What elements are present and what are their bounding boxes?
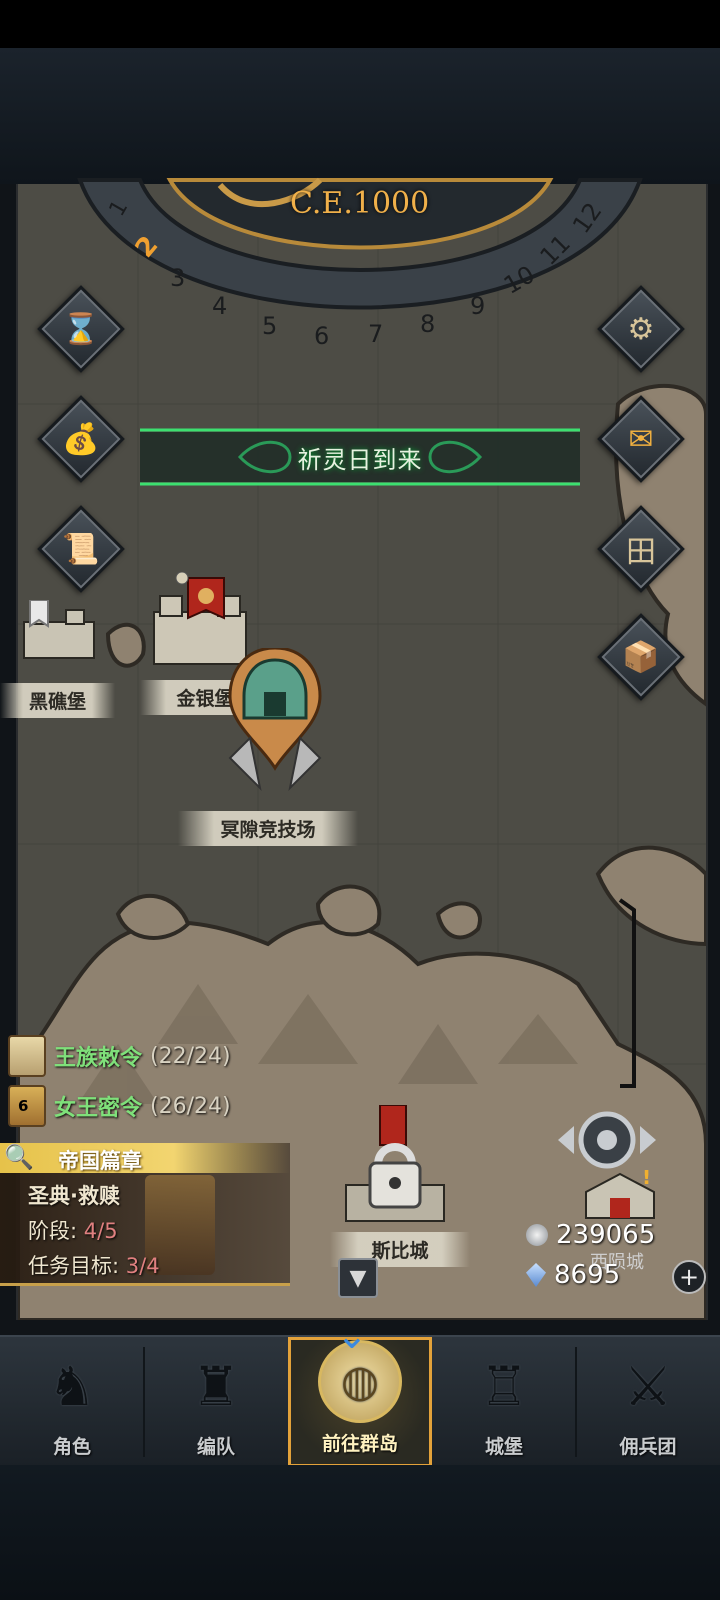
quest-queen-order[interactable]: 6 女王密令 (26/24) — [8, 1085, 231, 1127]
nav-label: 角色 — [52, 1436, 91, 1458]
quest-name: 王族敕令 — [54, 1046, 143, 1071]
chapter-stage: 阶段: 4/5 — [28, 1215, 118, 1245]
month-4[interactable]: 4 — [212, 292, 227, 320]
event-banner-text: 祈灵日到来 — [297, 445, 423, 474]
silver-resource: 239065 — [526, 1220, 655, 1250]
month-5[interactable]: 5 — [262, 312, 277, 340]
event-banner[interactable]: 祈灵日到来 — [140, 420, 580, 494]
chapter-header-text: 帝国篇章 — [58, 1149, 142, 1173]
chapter-title: 圣典·救赎 — [28, 1184, 120, 1208]
crystal-resource: 8695 — [526, 1260, 620, 1290]
quest-name: 女王密令 — [54, 1096, 143, 1121]
castle-icon: ! — [585, 1165, 655, 1219]
nav-label: 城堡 — [484, 1436, 523, 1458]
knight-icon: ♞ — [47, 1354, 97, 1418]
chapter-goal: 任务目标: 3/4 — [28, 1250, 160, 1280]
hourglass-icon: ⌛ — [62, 311, 100, 347]
nav-mercenary[interactable]: ⚔ 佣兵团 — [576, 1337, 720, 1467]
stage-value: 4/5 — [83, 1219, 118, 1243]
settings-icon: ⚙ — [627, 311, 655, 347]
era-label: C.E.1000 — [290, 186, 430, 221]
month-8[interactable]: 8 — [420, 310, 435, 338]
mail-icon: ✉ — [628, 421, 654, 457]
nav-character[interactable]: ♞ 角色 — [0, 1337, 144, 1467]
nav-label: 前往群岛 — [321, 1433, 398, 1455]
helmet-icon: ♜ — [191, 1354, 241, 1418]
scroll-icon — [8, 1035, 46, 1077]
svg-text:!: ! — [642, 1170, 651, 1189]
castle-icon: ♖ — [479, 1354, 529, 1418]
silver-amount: 239065 — [556, 1220, 656, 1250]
arena-label: 冥隙竞技场 — [178, 811, 358, 846]
month-6[interactable]: 6 — [314, 322, 329, 350]
quest-royal-order[interactable]: 王族敕令 (22/24) — [8, 1035, 231, 1077]
black-reef-castle[interactable] — [18, 599, 98, 660]
locked-city[interactable] — [340, 1104, 450, 1225]
quest-count: (26/24) — [150, 1093, 231, 1119]
status-bar — [0, 0, 720, 48]
month-9[interactable]: 9 — [470, 292, 485, 320]
chevron-down-icon: ▼ — [349, 1265, 367, 1291]
goal-value: 3/4 — [125, 1254, 160, 1278]
collapse-button[interactable]: ▼ — [338, 1258, 378, 1298]
quest-count: (22/24) — [150, 1043, 231, 1069]
chevron-down-icon: ⌄ — [336, 1313, 368, 1357]
target-icon — [558, 1111, 656, 1169]
nav-label: 佣兵团 — [619, 1436, 677, 1458]
mercenary-icon: ⚔ — [623, 1354, 673, 1418]
scroll-icon: 6 — [8, 1085, 46, 1127]
bottom-nav: ♞ 角色 ♜ 编队 ◍ 前往群岛 ⌄ ♖ 城堡 ⚔ 佣兵团 — [0, 1313, 720, 1467]
castle-icon — [23, 599, 95, 659]
silver-coin-icon — [526, 1224, 548, 1246]
money-bag-icon: 💰 — [62, 421, 100, 457]
locate-button[interactable] — [552, 1100, 662, 1180]
goal-label: 任务目标: — [28, 1254, 120, 1278]
chest-icon: 📦 — [622, 639, 660, 675]
stage-label: 阶段: — [28, 1219, 78, 1243]
nav-label: 编队 — [196, 1436, 235, 1458]
add-crystal-button[interactable]: + — [672, 1260, 706, 1294]
scroll-icon: 📜 — [62, 531, 100, 567]
nav-castle[interactable]: ♖ 城堡 — [432, 1337, 576, 1467]
west-city-castle[interactable]: ! — [580, 1165, 660, 1220]
chapter-header[interactable] — [0, 1143, 290, 1173]
plus-icon: + — [678, 1263, 700, 1291]
month-7[interactable]: 7 — [368, 320, 383, 348]
lock-icon — [345, 1104, 445, 1222]
black-reef-label: 黑礁堡 — [0, 683, 115, 718]
quest-badge: 6 — [18, 1097, 29, 1115]
crystal-amount: 8695 — [554, 1260, 621, 1290]
frame-icon: 田 — [626, 535, 656, 570]
bottom-frame — [0, 1465, 720, 1600]
crystal-icon — [526, 1263, 546, 1287]
search-icon[interactable]: 🔍 — [4, 1143, 34, 1171]
month-3[interactable]: 3 — [170, 264, 185, 292]
arena-icon — [228, 646, 322, 792]
arena-marker[interactable] — [220, 646, 330, 798]
map-scale — [618, 898, 636, 1088]
nav-formation[interactable]: ♜ 编队 — [144, 1337, 288, 1467]
